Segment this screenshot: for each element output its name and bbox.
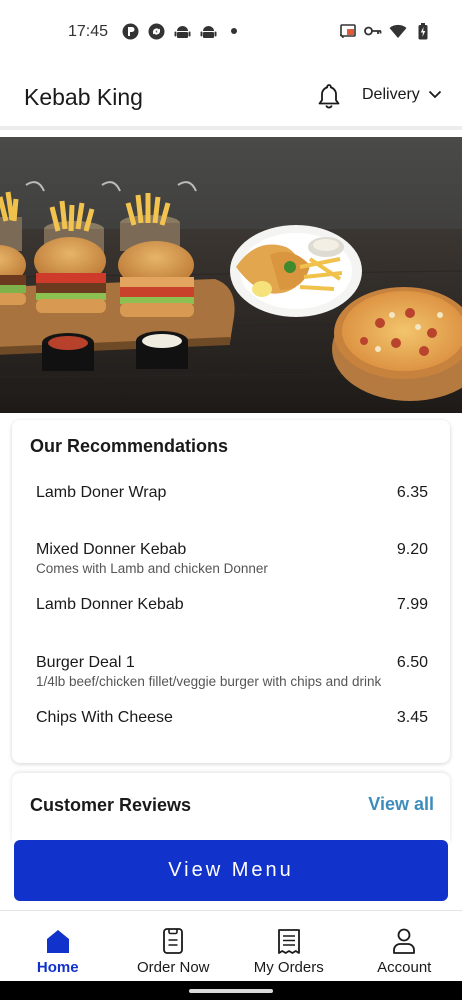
nav-item-account[interactable]: Account bbox=[347, 911, 462, 981]
status-time: 17:45 bbox=[68, 23, 109, 40]
view-all-link[interactable]: View all bbox=[368, 794, 434, 815]
menu-item[interactable]: Burger Deal 1 6.50 1/4lb beef/chicken fi… bbox=[36, 654, 428, 689]
menu-item-name: Lamb Doner Wrap bbox=[36, 484, 167, 501]
gesture-navigation-bar bbox=[0, 981, 462, 1000]
customer-reviews-title: Customer Reviews bbox=[30, 795, 192, 815]
recommendations-card: Our Recommendations Lamb Doner Wrap 6.35… bbox=[12, 420, 450, 763]
home-icon bbox=[45, 927, 71, 955]
menu-item-price: 6.50 bbox=[396, 654, 428, 671]
customer-reviews-card: Customer Reviews View all bbox=[12, 773, 450, 843]
sync-icon bbox=[147, 22, 165, 40]
cast-icon bbox=[339, 22, 357, 40]
menu-item[interactable]: Lamb Doner Wrap 6.35 bbox=[36, 484, 428, 502]
menu-item-price: 3.45 bbox=[396, 709, 428, 726]
android-icon bbox=[199, 22, 217, 40]
order-icon bbox=[160, 927, 186, 955]
key-icon bbox=[364, 22, 382, 40]
bell-icon[interactable] bbox=[316, 82, 342, 110]
status-right-icons bbox=[339, 22, 432, 40]
app-title: Kebab King bbox=[24, 84, 143, 110]
battery-icon bbox=[414, 22, 432, 40]
nav-item-label: Account bbox=[377, 959, 432, 976]
menu-item-description: 1/4lb beef/chicken fillet/veggie burger … bbox=[36, 674, 382, 689]
nav-item-home[interactable]: Home bbox=[0, 911, 116, 981]
nav-item-my-orders[interactable]: My Orders bbox=[231, 911, 347, 981]
wifi-icon bbox=[389, 22, 407, 40]
status-bar: 17:45 bbox=[0, 0, 462, 64]
menu-item-price: 7.99 bbox=[396, 596, 428, 613]
menu-item-name: Burger Deal 1 bbox=[36, 654, 135, 671]
bottom-navigation: Home Order Now My Orders Account bbox=[0, 910, 462, 981]
menu-item-description: Comes with Lamb and chicken Donner bbox=[36, 561, 268, 576]
view-menu-button[interactable]: View Menu bbox=[14, 840, 448, 901]
menu-item[interactable]: Chips With Cheese 3.45 bbox=[36, 709, 428, 727]
menu-item-name: Mixed Donner Kebab bbox=[36, 541, 187, 558]
receipt-icon bbox=[276, 927, 302, 955]
chevron-down-icon bbox=[428, 86, 442, 104]
android-icon bbox=[173, 22, 191, 40]
menu-item-price: 6.35 bbox=[396, 484, 428, 501]
food-banner-image bbox=[0, 137, 462, 413]
delivery-dropdown[interactable]: Delivery bbox=[362, 86, 442, 104]
delivery-label: Delivery bbox=[362, 86, 420, 103]
menu-item[interactable]: Lamb Donner Kebab 7.99 bbox=[36, 596, 428, 614]
menu-item[interactable]: Mixed Donner Kebab 9.20 Comes with Lamb … bbox=[36, 541, 428, 576]
person-icon bbox=[391, 927, 417, 955]
app-header: Kebab King Delivery bbox=[0, 64, 462, 130]
nav-item-label: Order Now bbox=[136, 959, 210, 976]
status-left-icons bbox=[121, 22, 243, 40]
recommendations-title: Our Recommendations bbox=[30, 436, 229, 456]
home-gesture-handle[interactable] bbox=[189, 989, 273, 993]
nav-item-label: Home bbox=[36, 959, 79, 976]
app-notification-icon bbox=[121, 22, 139, 40]
nav-item-order-now[interactable]: Order Now bbox=[116, 911, 232, 981]
nav-item-label: My Orders bbox=[253, 959, 324, 976]
menu-item-name: Lamb Donner Kebab bbox=[36, 596, 184, 613]
menu-item-price: 9.20 bbox=[396, 541, 428, 558]
menu-item-name: Chips With Cheese bbox=[36, 709, 173, 726]
dot-icon bbox=[225, 22, 243, 40]
